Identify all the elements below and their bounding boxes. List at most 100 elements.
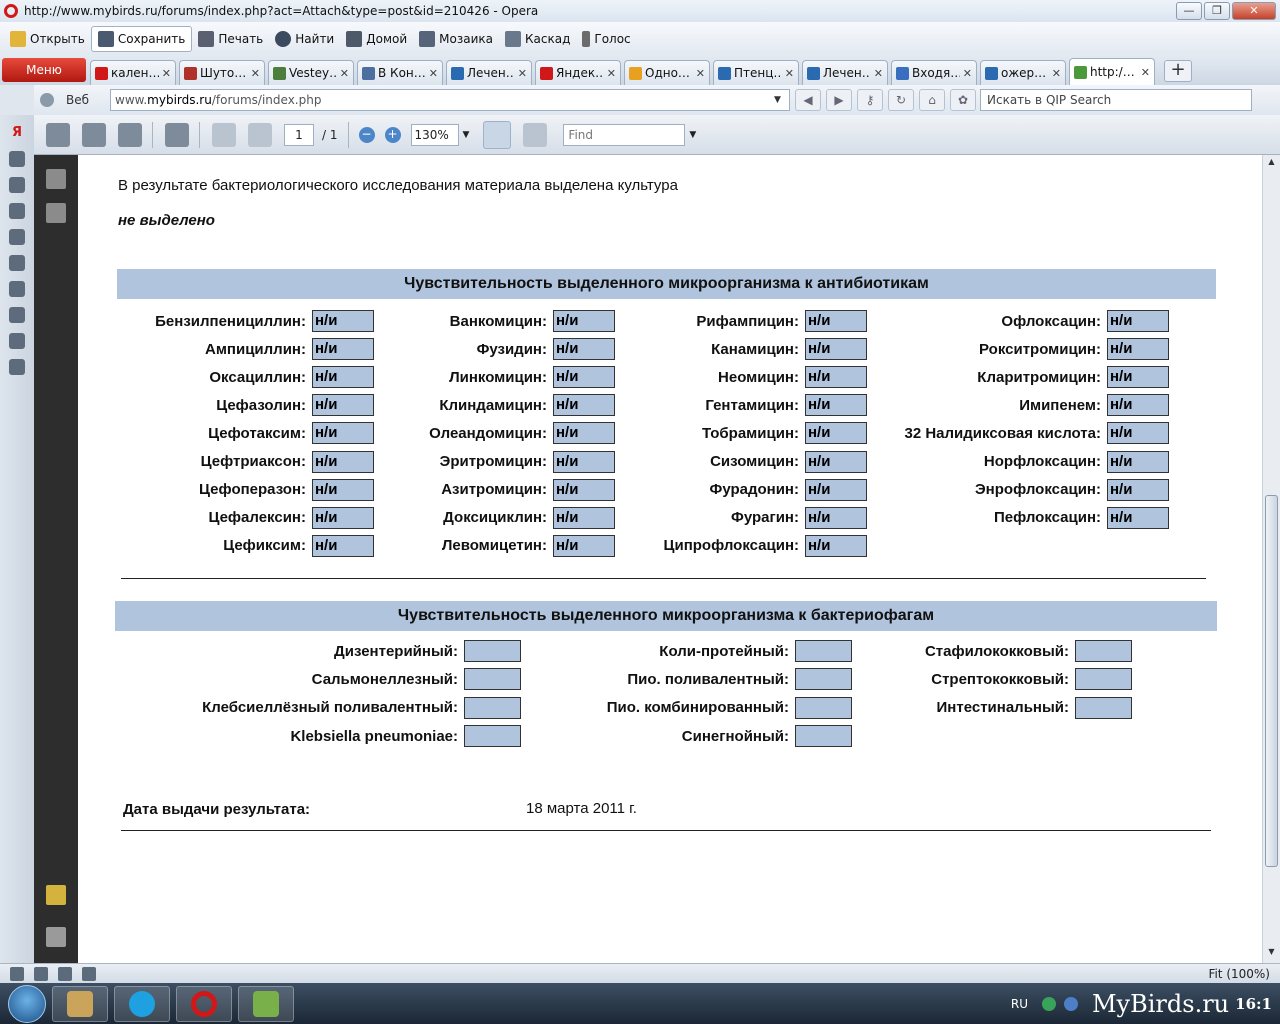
- search-input[interactable]: Искать в QIP Search: [980, 89, 1252, 111]
- voice-button[interactable]: Голос: [576, 26, 636, 52]
- url-input[interactable]: www. mybirds.ru/forums/index.php ▼: [110, 89, 790, 111]
- opera-logo-icon: [4, 4, 18, 18]
- fit-width-button[interactable]: [483, 120, 512, 149]
- settings-pdf-icon[interactable]: [165, 122, 189, 147]
- antibiotic-row-label: Кларитромицин:: [977, 368, 1101, 386]
- start-button[interactable]: [8, 984, 46, 1023]
- wand-button[interactable]: ⚷: [857, 89, 883, 111]
- fit-page-icon[interactable]: [523, 122, 548, 147]
- tile-button[interactable]: Мозаика: [413, 26, 499, 52]
- unite-status-icon[interactable]: [82, 966, 96, 981]
- browser-tab[interactable]: ожер… ✕: [980, 60, 1066, 85]
- history-clock-icon[interactable]: [9, 307, 25, 323]
- taskbar-app[interactable]: [238, 985, 294, 1022]
- binoculars-icon[interactable]: [46, 203, 66, 223]
- downloads-icon[interactable]: [9, 255, 25, 271]
- browser-tab[interactable]: Лечен… ✕: [446, 60, 532, 85]
- save-pdf-icon[interactable]: [82, 122, 106, 147]
- new-tab-button[interactable]: +: [1164, 60, 1192, 82]
- panel-toggle-icon[interactable]: [10, 966, 24, 981]
- cascade-button[interactable]: Каскад: [499, 26, 576, 52]
- taskbar-explorer[interactable]: [52, 985, 108, 1022]
- scroll-down-icon[interactable]: ▼: [1265, 947, 1278, 959]
- attachments-icon[interactable]: [46, 927, 66, 947]
- panels-icon[interactable]: [9, 333, 25, 349]
- page-number-input[interactable]: 1: [284, 123, 314, 146]
- maximize-button[interactable]: ❐: [1204, 2, 1230, 20]
- unite-icon[interactable]: [9, 203, 25, 219]
- cascade-icon: [505, 30, 521, 47]
- zoom-out-icon[interactable]: −: [358, 126, 375, 143]
- forward-button[interactable]: ▶: [826, 89, 852, 111]
- tab-close-icon[interactable]: ✕: [607, 67, 616, 80]
- tab-close-icon[interactable]: ✕: [696, 67, 705, 80]
- share-pdf-icon[interactable]: [118, 122, 142, 147]
- home-nav-button[interactable]: ⌂: [919, 89, 945, 111]
- browser-tab[interactable]: В Кон… ✕: [357, 60, 443, 85]
- pages-icon[interactable]: [46, 169, 66, 189]
- history-folder-icon[interactable]: [9, 281, 25, 297]
- scroll-thumb[interactable]: [1265, 495, 1278, 867]
- back-button[interactable]: ◀: [795, 89, 821, 111]
- tray-icon-network[interactable]: [1063, 996, 1078, 1011]
- tab-close-icon[interactable]: ✕: [785, 67, 794, 80]
- vertical-scrollbar[interactable]: ▲ ▼: [1262, 155, 1280, 963]
- tab-close-icon[interactable]: ✕: [963, 67, 972, 80]
- tab-close-icon[interactable]: ✕: [340, 67, 349, 80]
- widgets-icon[interactable]: [9, 177, 25, 193]
- tab-close-icon[interactable]: ✕: [429, 67, 438, 80]
- print-pdf-icon[interactable]: [46, 122, 70, 147]
- save-button[interactable]: Сохранить: [90, 25, 193, 52]
- tab-close-icon[interactable]: ✕: [1052, 67, 1061, 80]
- zoom-in-icon[interactable]: +: [384, 126, 401, 143]
- turbo-icon[interactable]: [58, 966, 72, 981]
- next-page-icon[interactable]: [248, 122, 272, 147]
- notes-icon[interactable]: [9, 229, 25, 245]
- browser-tab[interactable]: кален… ✕: [90, 60, 176, 85]
- clock[interactable]: 16:1: [1235, 995, 1272, 1013]
- comments-icon[interactable]: [46, 885, 66, 905]
- browser-tab[interactable]: Входя… ✕: [891, 60, 977, 85]
- browser-tab[interactable]: Лечен… ✕: [802, 60, 888, 85]
- close-button[interactable]: ✕: [1232, 2, 1276, 20]
- prev-page-icon[interactable]: [212, 122, 236, 147]
- browser-tab[interactable]: Яндек… ✕: [535, 60, 621, 85]
- taskbar-skype[interactable]: [114, 985, 170, 1022]
- sync-icon[interactable]: [34, 966, 48, 981]
- open-button[interactable]: Открыть: [4, 26, 91, 52]
- language-indicator[interactable]: RU: [1011, 997, 1028, 1011]
- qip-button[interactable]: ✿: [950, 89, 976, 111]
- add-panel-icon[interactable]: [9, 359, 25, 375]
- tab-label: Яндек…: [556, 66, 604, 80]
- print-button[interactable]: Печать: [192, 26, 269, 52]
- antibiotic-row: Гентамицин: н/и: [628, 394, 867, 417]
- find-input[interactable]: Find: [563, 123, 686, 146]
- status-zoom[interactable]: Fit (100%): [1208, 967, 1270, 981]
- zoom-input[interactable]: 130%: [410, 123, 459, 146]
- tab-close-icon[interactable]: ✕: [251, 67, 260, 80]
- home-button[interactable]: Домой: [340, 26, 413, 52]
- opera-menu-button[interactable]: Меню: [2, 58, 86, 82]
- tab-close-icon[interactable]: ✕: [518, 67, 527, 80]
- address-mode[interactable]: Веб: [40, 89, 110, 111]
- browser-tab[interactable]: Птенц… ✕: [713, 60, 799, 85]
- tab-close-icon[interactable]: ✕: [162, 67, 171, 80]
- browser-tab[interactable]: Шуто… ✕: [179, 60, 265, 85]
- bookmarks-icon[interactable]: [9, 151, 25, 167]
- taskbar-opera[interactable]: [176, 985, 232, 1022]
- minimize-button[interactable]: —: [1176, 2, 1202, 20]
- antibiotic-row: Офлоксацин: н/и: [888, 310, 1169, 332]
- scroll-up-icon[interactable]: ▲: [1265, 157, 1278, 169]
- find-dropdown-icon[interactable]: ▼: [689, 130, 696, 140]
- url-dropdown-icon[interactable]: ▼: [774, 95, 786, 105]
- tab-close-icon[interactable]: ✕: [874, 67, 883, 80]
- reload-button[interactable]: ↻: [888, 89, 914, 111]
- tray-icon-icq[interactable]: [1041, 996, 1056, 1011]
- yandex-icon[interactable]: Я: [9, 125, 25, 141]
- zoom-dropdown-icon[interactable]: ▼: [463, 130, 470, 140]
- browser-tab[interactable]: Одно… ✕: [624, 60, 710, 85]
- browser-tab[interactable]: Vestey… ✕: [268, 60, 354, 85]
- find-button[interactable]: Найти: [269, 26, 340, 52]
- browser-tab[interactable]: http:/… ✕: [1069, 58, 1155, 85]
- tab-close-icon[interactable]: ✕: [1141, 66, 1150, 79]
